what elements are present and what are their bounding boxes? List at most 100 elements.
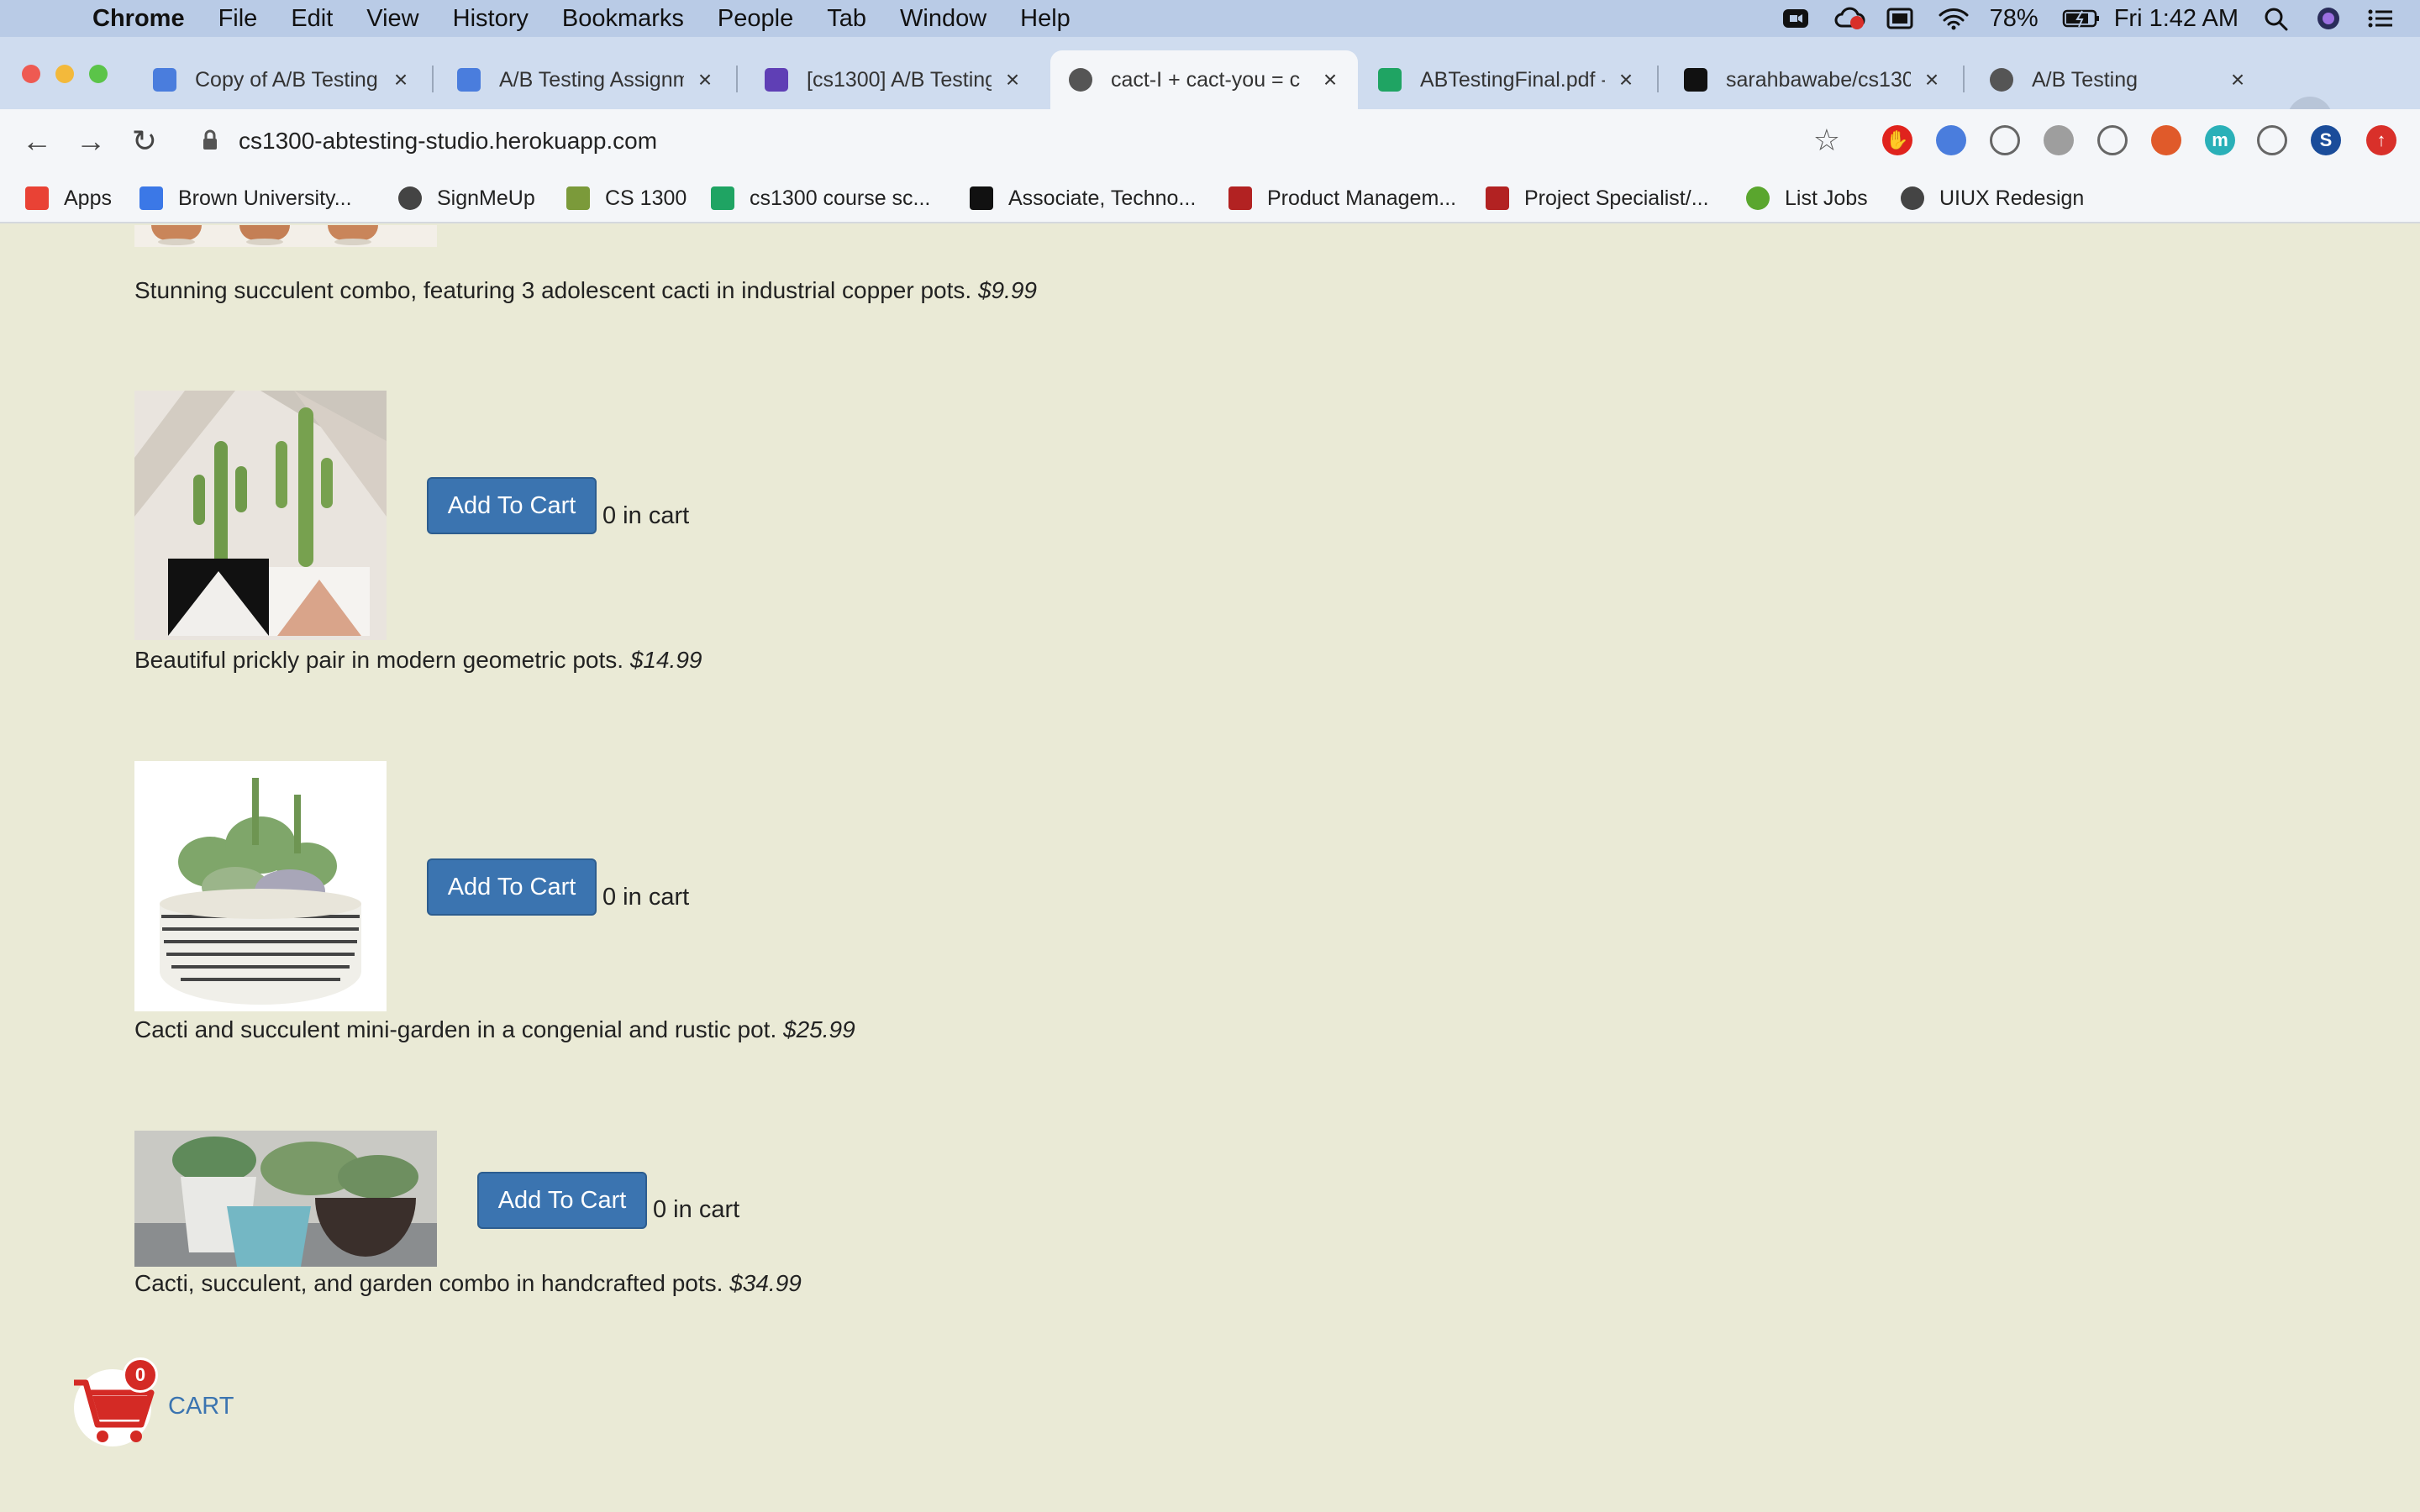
spotlight-search-icon[interactable]: [2262, 6, 2291, 31]
tab-3[interactable]: [cs1300] A/B Testing ×: [746, 50, 1040, 109]
menu-view[interactable]: View: [366, 5, 418, 33]
bookmark-4[interactable]: CS 1300: [566, 180, 687, 217]
reload-icon[interactable]: ↻: [123, 119, 166, 163]
zoom-video-icon[interactable]: [1781, 6, 1810, 31]
b-logo-icon: [970, 186, 993, 210]
bookmark-label: List Jobs: [1785, 186, 1868, 210]
battery-charging-icon[interactable]: [2062, 6, 2099, 31]
globe-icon: [1901, 186, 1924, 210]
add-to-cart-button[interactable]: Add To Cart: [427, 477, 597, 534]
bookmark-label: SignMeUp: [437, 186, 535, 210]
tab-title: cact-I + cact-you = c: [1111, 67, 1301, 92]
menubar-clock[interactable]: Fri 1:42 AM: [2114, 5, 2238, 33]
menu-file[interactable]: File: [218, 5, 258, 33]
address-bar[interactable]: cs1300-abtesting-studio.herokuapp.com ☆: [183, 116, 1859, 166]
bookmark-label: Brown University...: [178, 186, 352, 210]
menu-help[interactable]: Help: [1020, 5, 1071, 33]
puzzle-extensions-icon[interactable]: [2257, 125, 2287, 155]
tab-close-icon[interactable]: ×: [1919, 66, 1944, 93]
bookmark-6[interactable]: Associate, Techno...: [970, 180, 1196, 217]
tab-title: sarahbawabe/cs1300: [1726, 67, 1911, 92]
m-extension-icon[interactable]: m: [2205, 125, 2235, 155]
menu-window[interactable]: Window: [900, 5, 986, 33]
tab-close-icon[interactable]: ×: [1000, 66, 1025, 93]
bookmark-8[interactable]: Project Specialist/...: [1486, 180, 1709, 217]
window-minimize-button[interactable]: [55, 65, 74, 83]
window-zoom-button[interactable]: [89, 65, 108, 83]
calendar-extension-icon[interactable]: [1936, 125, 1966, 155]
product-description: Beautiful prickly pair in modern geometr…: [134, 647, 702, 674]
menu-edit[interactable]: Edit: [291, 5, 333, 33]
cart-button[interactable]: 0 CART: [69, 1357, 287, 1450]
tab-7[interactable]: A/B Testing ×: [1971, 50, 2265, 109]
tab-close-icon[interactable]: ×: [388, 66, 413, 93]
cart-count-text: 0 in cart: [653, 1196, 740, 1223]
window-close-button[interactable]: [22, 65, 40, 83]
tab-2[interactable]: A/B Testing Assignm ×: [439, 50, 733, 109]
add-to-cart-button[interactable]: Add To Cart: [477, 1172, 647, 1229]
wifi-icon[interactable]: [1938, 6, 1969, 31]
g-logo-icon: [1746, 186, 1770, 210]
color-picker-icon[interactable]: [2151, 125, 2181, 155]
cart-count-badge: 0: [123, 1357, 158, 1393]
calendar-icon: [139, 186, 163, 210]
tab-close-icon[interactable]: ×: [692, 66, 718, 93]
google-docs-icon: [153, 68, 176, 92]
tab-title: ABTestingFinal.pdf -: [1420, 67, 1605, 92]
notification-center-icon[interactable]: [2366, 6, 2395, 31]
bookmark-star-icon[interactable]: ☆: [1813, 123, 1840, 158]
tab-close-icon[interactable]: ×: [2225, 66, 2250, 93]
cactus-icon: [566, 186, 590, 210]
product-price: $9.99: [977, 277, 1038, 303]
creative-cloud-icon[interactable]: [1833, 6, 1865, 31]
menu-app-name[interactable]: Chrome: [92, 5, 185, 33]
edstem-icon: [765, 68, 788, 92]
product-price: $34.99: [729, 1270, 802, 1296]
google-drive-icon: [1378, 68, 1402, 92]
bookmark-5[interactable]: cs1300 course sc...: [711, 180, 930, 217]
back-arrow-icon[interactable]: ←: [15, 119, 59, 163]
update-icon[interactable]: ↑: [2366, 125, 2396, 155]
bookmark-label: cs1300 course sc...: [750, 186, 931, 210]
tab-6[interactable]: sarahbawabe/cs1300 ×: [1665, 50, 1960, 109]
tab-title: Copy of A/B Testing: [195, 67, 378, 92]
tab-5[interactable]: ABTestingFinal.pdf - ×: [1360, 50, 1654, 109]
tab-separator: [432, 66, 434, 92]
menu-bookmarks[interactable]: Bookmarks: [562, 5, 684, 33]
bookmark-2[interactable]: Brown University...: [139, 180, 352, 217]
adblock-icon[interactable]: ✋: [1882, 125, 1912, 155]
lock-icon[interactable]: [202, 129, 218, 151]
product-price: $25.99: [783, 1016, 855, 1042]
tab-title: A/B Testing Assignm: [499, 67, 684, 92]
display-mirror-icon[interactable]: [1886, 6, 1914, 31]
bookmark-label: Product Managem...: [1267, 186, 1457, 210]
tab-1[interactable]: Copy of A/B Testing ×: [134, 50, 429, 109]
bookmark-1[interactable]: Apps: [25, 180, 112, 217]
globe-icon: [1069, 68, 1092, 92]
bookmark-7[interactable]: Product Managem...: [1228, 180, 1456, 217]
tab-close-icon[interactable]: ×: [1318, 66, 1343, 93]
grammar-extension-icon[interactable]: [2044, 125, 2074, 155]
forward-arrow-icon[interactable]: →: [69, 119, 113, 163]
code-extension-icon[interactable]: [2097, 125, 2128, 155]
rainbow-extension-icon[interactable]: [1990, 125, 2020, 155]
menu-tab[interactable]: Tab: [827, 5, 866, 33]
bookmark-3[interactable]: SignMeUp: [398, 180, 535, 217]
address-url[interactable]: cs1300-abtesting-studio.herokuapp.com: [239, 128, 657, 155]
menu-history[interactable]: History: [453, 5, 529, 33]
product-description-text: Stunning succulent combo, featuring 3 ad…: [134, 277, 972, 303]
product-description: Stunning succulent combo, featuring 3 ad…: [134, 277, 1037, 304]
add-to-cart-button[interactable]: Add To Cart: [427, 858, 597, 916]
bookmark-9[interactable]: List Jobs: [1746, 180, 1868, 217]
profile-avatar-icon[interactable]: S: [2311, 125, 2341, 155]
product-image-copper-pots: [134, 225, 437, 247]
cart-label[interactable]: CART: [168, 1393, 234, 1420]
tab-4[interactable]: cact-I + cact-you = c ×: [1050, 50, 1358, 109]
bookmark-10[interactable]: UIUX Redesign: [1901, 180, 2084, 217]
menu-people[interactable]: People: [718, 5, 793, 33]
tab-close-icon[interactable]: ×: [1613, 66, 1639, 93]
tab-title: A/B Testing: [2032, 67, 2139, 92]
cart-count-text: 0 in cart: [602, 884, 690, 911]
product-image-mini-garden: [134, 761, 387, 1011]
siri-icon[interactable]: [2314, 6, 2343, 31]
